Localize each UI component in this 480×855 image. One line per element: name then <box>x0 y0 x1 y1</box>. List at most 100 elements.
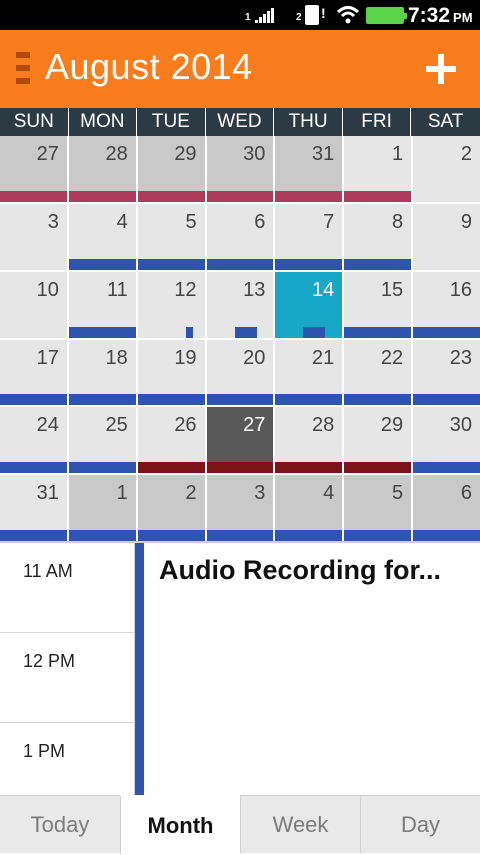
sim1-label: 1 <box>245 12 251 23</box>
event-indicator <box>303 326 326 338</box>
day-cell[interactable]: 6 <box>413 475 480 541</box>
event-indicator <box>344 394 412 406</box>
day-cell[interactable]: 26 <box>137 407 205 474</box>
day-cell[interactable]: 4 <box>68 203 136 270</box>
day-cell[interactable]: 31 <box>275 136 343 202</box>
event-indicator <box>275 530 343 541</box>
day-cell[interactable]: 6 <box>206 203 274 270</box>
day-cell[interactable]: 30 <box>206 136 274 202</box>
event-indicator <box>344 530 412 541</box>
weekday-label: SUN <box>0 108 69 136</box>
event-indicator <box>413 530 480 541</box>
view-tabs: Today Month Week Day <box>0 795 480 854</box>
battery-icon <box>366 7 407 24</box>
day-cell[interactable]: 3 <box>0 203 67 270</box>
day-cell[interactable]: 13 <box>206 271 274 338</box>
sim-card-icon <box>305 5 326 25</box>
day-cell[interactable]: 20 <box>206 339 274 406</box>
event-indicator <box>137 462 205 474</box>
weekday-header: SUN MON TUE WED THU FRI SAT <box>0 108 480 136</box>
add-event-button[interactable] <box>420 48 462 90</box>
day-cell-today[interactable]: 14 <box>275 271 343 338</box>
day-cell[interactable]: 29 <box>137 136 205 202</box>
weekday-label: THU <box>274 108 343 136</box>
day-cell[interactable]: 23 <box>413 339 480 406</box>
event-indicator <box>0 394 67 406</box>
day-cell[interactable]: 18 <box>68 339 136 406</box>
event-indicator <box>0 530 67 541</box>
day-cell[interactable]: 5 <box>137 203 205 270</box>
event-indicator <box>344 326 412 338</box>
event-indicator <box>137 258 205 270</box>
day-cell[interactable]: 11 <box>68 271 136 338</box>
day-cell[interactable]: 28 <box>275 407 343 474</box>
tab-month[interactable]: Month <box>120 795 240 854</box>
event-indicator <box>275 462 343 474</box>
event-indicator <box>234 326 257 338</box>
event-indicator <box>185 326 193 338</box>
month-grid: 27 28 29 30 31 1 2 3 4 5 6 7 8 9 10 11 1… <box>0 136 480 541</box>
day-cell[interactable]: 27 <box>0 136 67 202</box>
day-cell[interactable]: 4 <box>275 475 343 541</box>
day-cell[interactable]: 31 <box>0 475 67 541</box>
menu-icon[interactable] <box>16 52 30 84</box>
event-indicator <box>68 258 136 270</box>
tab-day[interactable]: Day <box>360 796 480 853</box>
day-cell[interactable]: 21 <box>275 339 343 406</box>
day-cell[interactable]: 8 <box>344 203 412 270</box>
tab-today[interactable]: Today <box>0 796 120 853</box>
event-title: Audio Recording for... <box>159 555 441 585</box>
day-cell[interactable]: 12 <box>137 271 205 338</box>
sim2-label: 2 <box>296 12 302 23</box>
day-cell[interactable]: 24 <box>0 407 67 474</box>
event-indicator <box>206 394 274 406</box>
day-cell[interactable]: 16 <box>413 271 480 338</box>
day-cell[interactable]: 30 <box>413 407 480 474</box>
tab-week[interactable]: Week <box>240 796 360 853</box>
day-cell[interactable]: 28 <box>68 136 136 202</box>
day-cell[interactable]: 22 <box>344 339 412 406</box>
event-indicator <box>344 258 412 270</box>
event-indicator <box>275 190 343 202</box>
event-indicator <box>0 462 67 474</box>
event-indicator <box>344 190 412 202</box>
weekday-label: FRI <box>343 108 412 136</box>
wifi-icon <box>336 6 360 24</box>
status-clock: 7:32 PM <box>408 4 473 27</box>
event-indicator <box>206 190 274 202</box>
day-cell[interactable]: 17 <box>0 339 67 406</box>
day-cell[interactable]: 29 <box>344 407 412 474</box>
day-cell[interactable]: 1 <box>68 475 136 541</box>
weekday-label: TUE <box>137 108 206 136</box>
day-cell[interactable]: 10 <box>0 271 67 338</box>
day-cell[interactable]: 1 <box>344 136 412 202</box>
day-agenda: 11 AM 12 PM 1 PM Audio Recording for... <box>0 541 480 797</box>
day-cell[interactable]: 25 <box>68 407 136 474</box>
event-indicator <box>344 462 412 474</box>
day-cell[interactable]: 7 <box>275 203 343 270</box>
event-indicator <box>137 530 205 541</box>
event-indicator <box>137 394 205 406</box>
event-block[interactable]: Audio Recording for... <box>135 543 480 797</box>
event-indicator <box>275 394 343 406</box>
day-cell[interactable]: 15 <box>344 271 412 338</box>
day-cell[interactable]: 2 <box>413 136 480 202</box>
day-cell[interactable]: 2 <box>137 475 205 541</box>
day-cell-selected[interactable]: 27 <box>206 407 274 474</box>
event-indicator <box>206 258 274 270</box>
day-cell[interactable]: 5 <box>344 475 412 541</box>
event-indicator <box>413 462 480 474</box>
hour-slot[interactable]: 12 PM <box>0 633 134 723</box>
event-indicator <box>68 190 136 202</box>
hour-slot[interactable]: 11 AM <box>0 543 134 633</box>
status-bar: 1 2 7:32PM <box>0 0 480 30</box>
event-indicator <box>68 530 136 541</box>
event-indicator <box>275 258 343 270</box>
day-cell[interactable]: 3 <box>206 475 274 541</box>
weekday-label: WED <box>206 108 275 136</box>
month-title: August 2014 <box>45 46 253 87</box>
event-indicator <box>413 394 480 406</box>
event-indicator <box>68 394 136 406</box>
day-cell[interactable]: 19 <box>137 339 205 406</box>
day-cell[interactable]: 9 <box>413 203 480 270</box>
